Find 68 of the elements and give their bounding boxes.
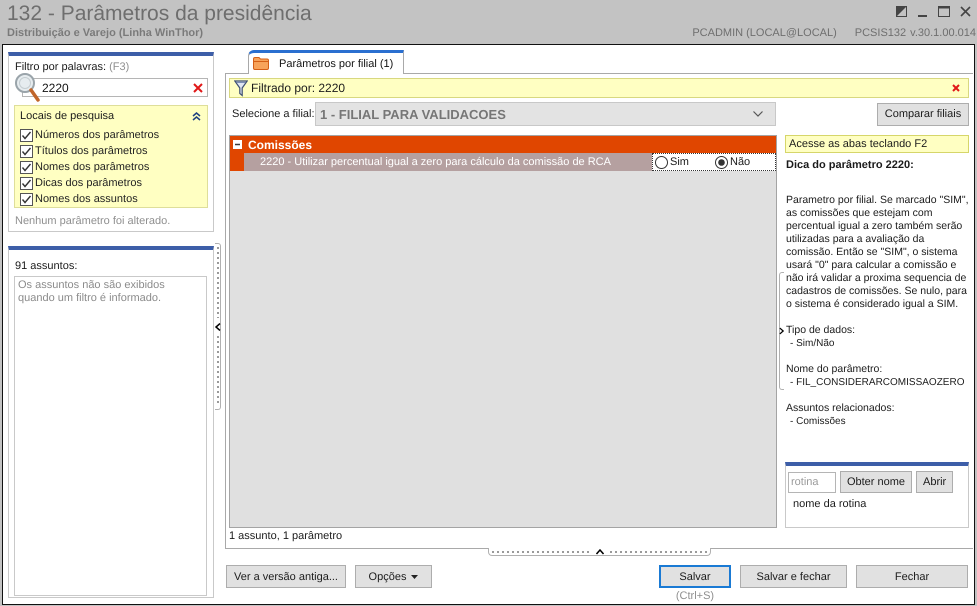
- chevron-left-icon[interactable]: [214, 322, 220, 330]
- radio-icon[interactable]: [655, 156, 668, 168]
- routine-field[interactable]: rotina: [788, 472, 836, 492]
- status-bar-text: 1 assunto, 1 parâmetro: [229, 530, 344, 543]
- save-and-close-button[interactable]: Salvar e fechar: [740, 565, 847, 588]
- old-version-button[interactable]: Ver a versão antiga...: [226, 565, 346, 588]
- shortcut-hint: (F3): [109, 61, 130, 74]
- routine-name-text: nome da rotina: [792, 498, 868, 511]
- filter-text: Filtrado por: 2220: [251, 81, 346, 95]
- search-location-checkbox[interactable]: Números dos parâmetros: [20, 127, 201, 143]
- save-button[interactable]: Salvar: [659, 565, 731, 588]
- folder-icon: [253, 57, 269, 70]
- checkbox-icon[interactable]: [20, 192, 33, 206]
- search-location-checkbox[interactable]: Nomes dos parâmetros: [20, 159, 201, 175]
- funnel-icon: [234, 80, 248, 96]
- search-field[interactable]: 2220: [22, 78, 208, 97]
- checkbox-icon[interactable]: [20, 160, 33, 174]
- checkbox-icon[interactable]: [20, 176, 33, 190]
- branch-label: Selecione a filial:: [231, 108, 315, 120]
- checkbox-icon[interactable]: [20, 144, 33, 158]
- clear-filter-icon[interactable]: [952, 84, 960, 92]
- options-button[interactable]: Opções: [355, 565, 432, 588]
- hint-title: Dica do parâmetro 2220:: [786, 159, 915, 172]
- splitter-handle[interactable]: [215, 243, 221, 410]
- version-label: v.30.1.00.014: [910, 27, 976, 40]
- chevron-right-icon[interactable]: [778, 327, 784, 335]
- section-item: - FIL_CONSIDERARCOMISSAOZERO: [789, 376, 966, 389]
- radio-icon[interactable]: [715, 156, 728, 168]
- user-label: PCADMIN (LOCAL@LOCAL): [692, 27, 837, 40]
- section-heading: Assuntos relacionados:: [786, 402, 896, 415]
- caret-down-icon: [411, 574, 418, 578]
- close-button[interactable]: Fechar: [856, 565, 968, 588]
- checkbox-icon[interactable]: [20, 128, 33, 142]
- close-icon[interactable]: [960, 6, 971, 17]
- open-button[interactable]: Abrir: [916, 471, 954, 493]
- section-heading: Tipo de dados:: [786, 324, 856, 337]
- window-subtitle: Distribuição e Varejo (Linha WinThor): [7, 27, 204, 40]
- maximize-icon[interactable]: [938, 6, 950, 17]
- filter-label: Filtro por palavras:: [15, 61, 106, 74]
- window-layout-icon[interactable]: [896, 6, 907, 17]
- hint-description: Parametro por filial. Se marcado "SIM", as comissões que estejam com percentual igual a zero também serão utilizadas para a avaliação da comissão. Então se "SIM", o sistema usará "0" para calcular a comissão e não irá validar a proxima sequencia de cadastros de comissões. Se nulo, para o sistema é considerado igual a SIM.: [786, 194, 969, 311]
- chevron-down-icon: [753, 111, 763, 117]
- search-location-checkbox[interactable]: Dicas dos parâmetros: [20, 175, 201, 191]
- radio-option[interactable]: Não: [715, 156, 775, 168]
- radio-option[interactable]: Sim: [655, 156, 715, 168]
- clear-icon[interactable]: [193, 82, 203, 92]
- group-header[interactable]: Comissões: [230, 136, 776, 153]
- splitter-handle[interactable]: [488, 548, 711, 556]
- window-title: 132 - Parâmetros da presidência: [7, 2, 312, 26]
- get-name-button[interactable]: Obter nome: [840, 471, 912, 493]
- search-location-checkbox[interactable]: Títulos dos parâmetros: [20, 143, 201, 159]
- search-icon: [14, 72, 40, 103]
- collapse-icon[interactable]: [233, 140, 242, 149]
- search-location-checkbox[interactable]: Nomes dos assuntos: [20, 191, 201, 207]
- tab[interactable]: Parâmetros por filial (1): [248, 50, 404, 74]
- keyboard-hint: Acesse as abas teclando F2: [785, 135, 969, 153]
- search-options-title: Locais de pesquisa: [20, 110, 114, 122]
- program-code: PCSIS132: [854, 27, 906, 40]
- empty-list-message: Os assuntos não são exibidos quando um filtro é informado.: [18, 279, 166, 305]
- status-message: Nenhum parâmetro foi alterado.: [14, 215, 172, 228]
- splitter-handle[interactable]: [778, 272, 784, 390]
- subjects-count: 91 assuntos:: [14, 260, 78, 273]
- section-heading: Nome do parâmetro:: [786, 363, 884, 376]
- double-chevron-up-icon[interactable]: [192, 112, 201, 120]
- shortcut-hint: (Ctrl+S): [676, 590, 714, 602]
- section-item: - Sim/Não: [789, 337, 836, 350]
- section-item: - Comissões: [789, 415, 847, 428]
- chevron-up-icon[interactable]: [596, 548, 604, 554]
